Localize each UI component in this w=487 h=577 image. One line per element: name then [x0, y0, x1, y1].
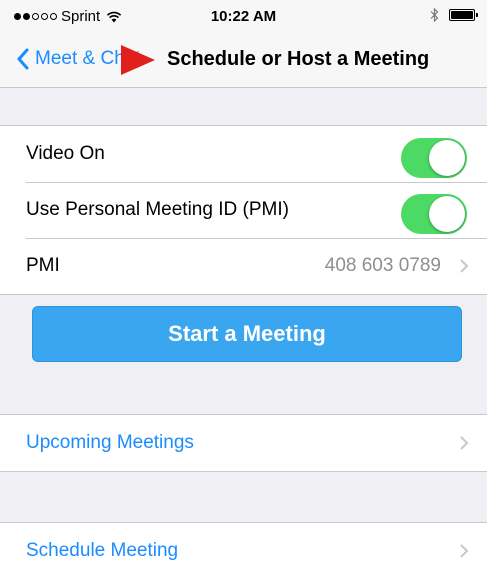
chevron-left-icon	[17, 48, 29, 70]
chevron-right-icon	[460, 544, 469, 558]
bluetooth-icon	[430, 8, 439, 22]
video-on-label: Video On	[26, 143, 105, 164]
start-meeting-button[interactable]: Start a Meeting	[32, 306, 462, 362]
upcoming-meetings-label: Upcoming Meetings	[26, 432, 194, 453]
video-on-row: Video On	[0, 126, 487, 182]
use-pmi-row: Use Personal Meeting ID (PMI)	[0, 182, 487, 238]
use-pmi-toggle[interactable]	[401, 194, 467, 234]
settings-section: Video On Use Personal Meeting ID (PMI) P…	[0, 125, 487, 295]
upcoming-meetings-row[interactable]: Upcoming Meetings	[0, 415, 487, 471]
schedule-meeting-label: Schedule Meeting	[26, 540, 179, 561]
nav-bar: Meet & Chat Schedule or Host a Meeting	[0, 34, 487, 88]
status-right	[430, 8, 478, 22]
chevron-right-icon	[460, 259, 469, 273]
battery-icon	[449, 9, 478, 21]
status-bar: Sprint 10:22 AM	[0, 0, 487, 34]
status-time: 10:22 AM	[210, 8, 277, 25]
pmi-value: 408 603 0789	[324, 255, 441, 276]
schedule-meeting-row[interactable]: Schedule Meeting	[0, 523, 487, 577]
video-on-toggle[interactable]	[401, 138, 467, 178]
play-icon	[121, 45, 155, 75]
use-pmi-label: Use Personal Meeting ID (PMI)	[26, 199, 289, 220]
pmi-row[interactable]: PMI 408 603 0789	[0, 238, 487, 294]
pmi-label: PMI	[26, 255, 60, 276]
upcoming-section: Upcoming Meetings	[0, 414, 487, 472]
chevron-right-icon	[460, 436, 469, 450]
schedule-section: Schedule Meeting	[0, 522, 487, 577]
page-title: Schedule or Host a Meeting	[167, 48, 430, 70]
